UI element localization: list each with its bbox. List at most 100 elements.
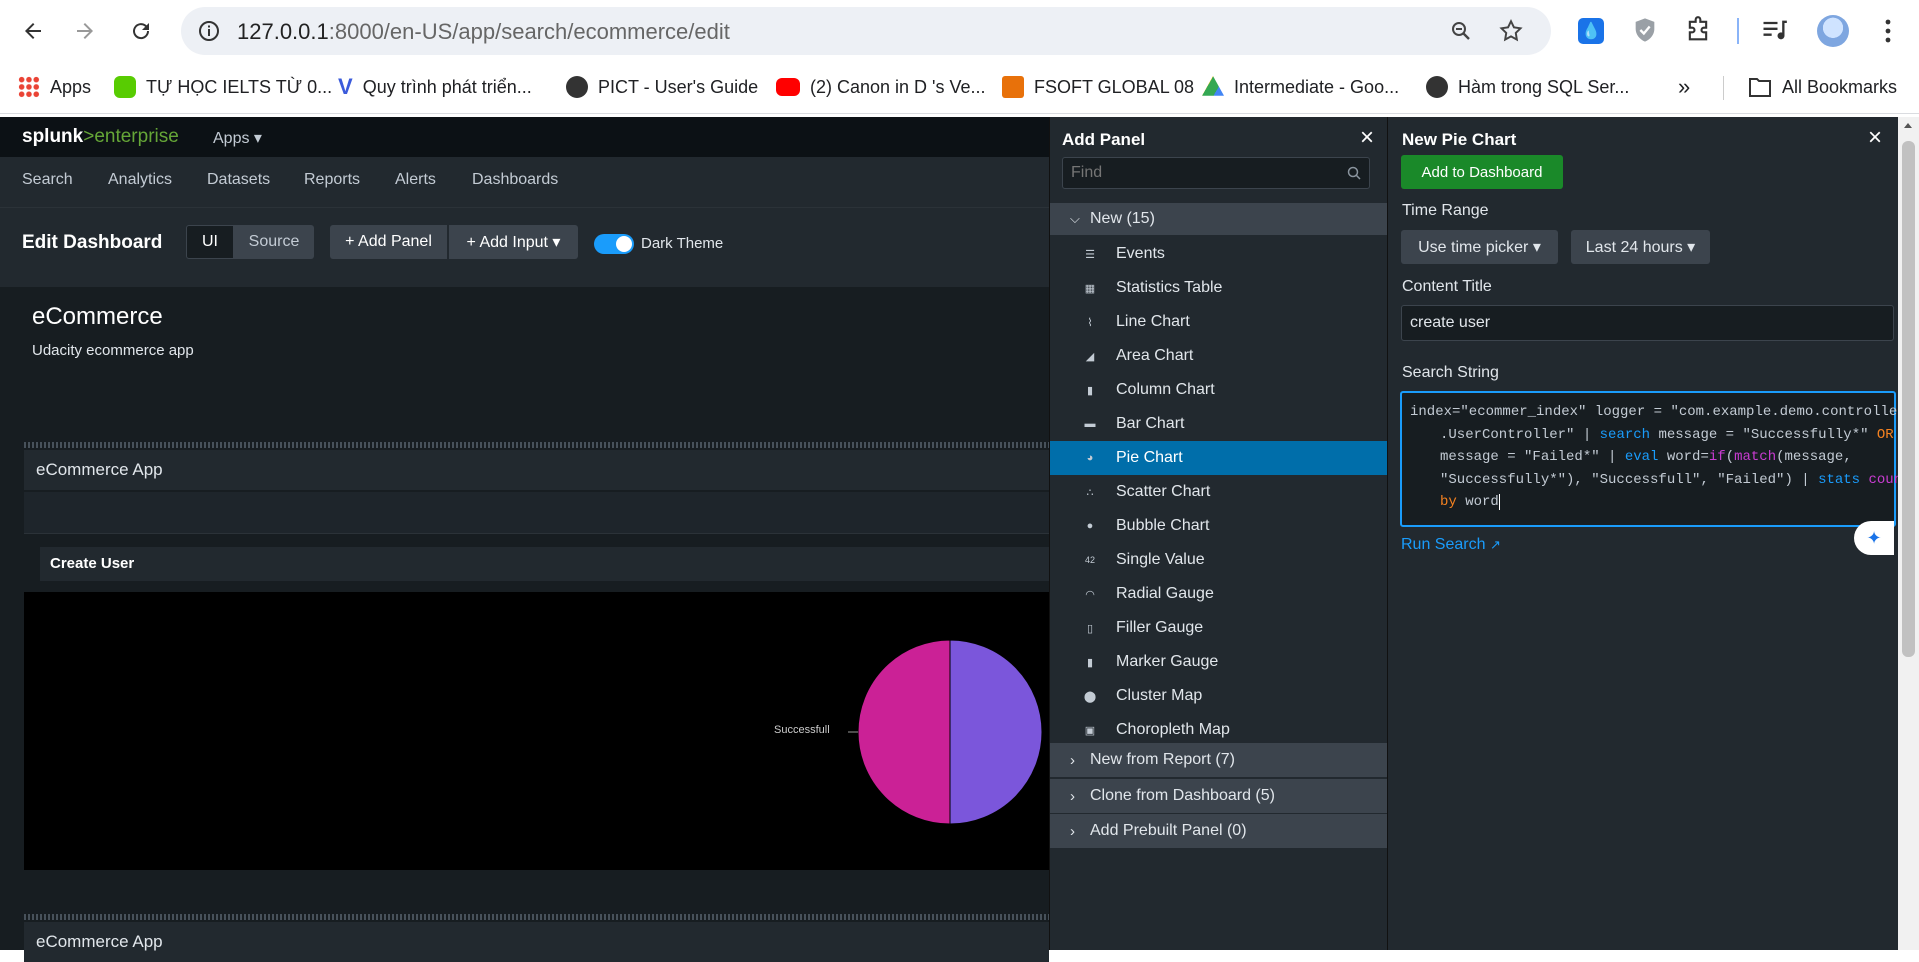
scroll-thumb[interactable] [1902,141,1915,657]
profile-avatar[interactable] [1817,15,1849,47]
group-clone-from-dashboard[interactable]: › Clone from Dashboard (5) [1050,779,1388,813]
panel-type-statistics-table[interactable]: ▦ Statistics Table [1050,271,1388,305]
group-new[interactable]: ⌵ New (15) [1050,203,1388,235]
extensions-puzzle-icon[interactable] [1684,16,1712,44]
run-search-link[interactable]: Run Search ↗ [1401,536,1501,554]
pie-chart [848,639,1043,825]
search-string-editor[interactable]: index="ecommer_index" logger = "com.exam… [1400,391,1914,527]
chevron-right-icon: › [1070,787,1075,805]
close-new-pie-icon[interactable]: × [1868,124,1882,152]
extension-droplet-icon[interactable]: 💧 [1578,18,1604,44]
spl-line-5: by word [1440,494,1500,510]
splunk-logo[interactable]: splunk>enterprise [22,126,179,148]
apps-menu[interactable]: Apps ▾ [213,128,262,148]
edit-toolbar: Edit Dashboard UI Source + Add Panel + A… [0,207,1049,400]
add-to-dashboard-button[interactable]: Add to Dashboard [1401,155,1563,189]
back-button[interactable] [16,14,50,48]
pie-slice-successfull[interactable] [857,639,951,825]
time-picker-button[interactable]: Use time picker ▾ [1401,230,1558,264]
zoom-icon[interactable] [1449,19,1473,43]
close-add-panel-icon[interactable]: × [1360,124,1374,152]
forward-button[interactable] [68,14,102,48]
ai-assist-button[interactable]: ✦ [1854,521,1894,555]
more-bookmarks-button[interactable]: » [1678,72,1690,102]
dark-theme-toggle[interactable] [594,234,634,254]
bookmarks-bar: Apps TỰ HỌC IELTS TỪ 0... V Quy trình ph… [0,62,1919,114]
content-title-input[interactable] [1401,305,1894,341]
panel-type-column-chart[interactable]: ▮ Column Chart [1050,373,1388,407]
duolingo-owl-icon [114,76,136,98]
all-bookmarks-button[interactable]: All Bookmarks [1748,72,1897,102]
bookmark-intermediate[interactable]: Intermediate - Goo... [1202,72,1399,102]
panel-header: Create User [40,547,1049,581]
panel-title: Create User [50,555,135,572]
group-new-from-report[interactable]: › New from Report (7) [1050,743,1388,777]
logo-enterprise: >enterprise [83,126,179,147]
mode-ui-button[interactable]: UI [186,225,234,259]
panel-type-choropleth-map[interactable]: ▣ Choropleth Map [1050,713,1388,747]
panel-type-label: Single Value [1116,551,1205,568]
nav-reports[interactable]: Reports [304,171,360,189]
area-chart-icon: ◢ [1085,350,1095,363]
bookmark-apps[interactable]: Apps [18,72,91,102]
add-panel-button[interactable]: + Add Panel [330,225,448,259]
bookmark-sql[interactable]: Hàm trong SQL Ser... [1426,72,1629,102]
bubble-chart-icon: ● [1086,520,1094,532]
panel-type-label: Pie Chart [1116,449,1183,466]
panel-type-filler-gauge[interactable]: ▯ Filler Gauge [1050,611,1388,645]
nav-datasets[interactable]: Datasets [207,171,270,189]
nav-analytics[interactable]: Analytics [108,171,172,189]
bookmark-ielts[interactable]: TỰ HỌC IELTS TỪ 0... [114,72,332,102]
page-scrollbar[interactable] [1898,117,1919,950]
dashboard-title: eCommerce [32,303,163,330]
radial-gauge-icon: ◠ [1085,588,1095,601]
panel-type-bar-chart[interactable]: ▬ Bar Chart [1050,407,1388,441]
spl-line-3: message = "Failed*" | eval word=if(match… [1440,449,1852,465]
bookmark-label: (2) Canon in D 's Ve... [810,76,986,97]
add-panel-title: Add Panel [1062,130,1146,149]
bookmark-pict[interactable]: PICT - User's Guide [566,72,758,102]
panel-type-label: Bubble Chart [1116,517,1210,534]
add-input-button[interactable]: + Add Input ▾ [449,225,578,259]
panel-type-area-chart[interactable]: ◢ Area Chart [1050,339,1388,373]
panel-type-marker-gauge[interactable]: ▮ Marker Gauge [1050,645,1388,679]
row-drag-handle[interactable] [24,914,1049,920]
row-title-text: eCommerce App [36,932,163,951]
bookmark-canon[interactable]: (2) Canon in D 's Ve... [776,72,986,102]
scroll-up-arrow[interactable] [1904,123,1912,128]
new-pie-chart-title: New Pie Chart [1402,130,1517,149]
bookmark-label: PICT - User's Guide [598,76,759,97]
spl-line-4: "Successfully*"), "Successfull", "Failed… [1440,471,1911,488]
media-control-icon[interactable] [1760,16,1788,44]
bookmark-quy-trinh[interactable]: V Quy trình phát triển... [338,72,532,102]
panel-type-line-chart[interactable]: ⌇ Line Chart [1050,305,1388,339]
panel-type-pie-chart[interactable]: ◕ Pie Chart [1050,441,1388,475]
group-add-prebuilt-panel[interactable]: › Add Prebuilt Panel (0) [1050,814,1388,848]
more-menu-icon[interactable] [1876,17,1900,45]
find-input[interactable] [1063,158,1333,188]
nav-search[interactable]: Search [22,171,73,189]
panel-type-label: Cluster Map [1116,687,1203,704]
panel-type-single-value[interactable]: 42 Single Value [1050,543,1388,577]
run-search-label: Run Search [1401,536,1486,553]
nav-alerts[interactable]: Alerts [395,171,436,189]
address-bar[interactable]: 127.0.0.1:8000/en-US/app/search/ecommerc… [181,7,1551,55]
panel-type-events[interactable]: ☰ Events [1050,237,1388,271]
time-range-button[interactable]: Last 24 hours ▾ [1571,230,1710,264]
extension-shield-icon[interactable] [1631,16,1659,44]
chevron-right-icon: › [1070,822,1075,840]
pie-slice-failed[interactable] [949,639,1043,825]
panel-type-radial-gauge[interactable]: ◠ Radial Gauge [1050,577,1388,611]
row-drag-handle[interactable] [24,442,1049,448]
panel-type-cluster-map[interactable]: ⬤ Cluster Map [1050,679,1388,713]
dashboard-canvas: eCommerce Udacity ecommerce app eCommerc… [0,287,1049,962]
site-info-icon[interactable] [197,19,221,43]
panel-type-bubble-chart[interactable]: ● Bubble Chart [1050,509,1388,543]
panel-type-scatter-chart[interactable]: ∴ Scatter Chart [1050,475,1388,509]
mode-source-button[interactable]: Source [234,225,314,259]
panel-type-label: Filler Gauge [1116,619,1204,636]
bookmark-fsoft[interactable]: FSOFT GLOBAL 08 [1002,72,1194,102]
bookmark-star-icon[interactable] [1498,18,1524,44]
nav-dashboards[interactable]: Dashboards [472,171,558,189]
reload-button[interactable] [124,14,158,48]
